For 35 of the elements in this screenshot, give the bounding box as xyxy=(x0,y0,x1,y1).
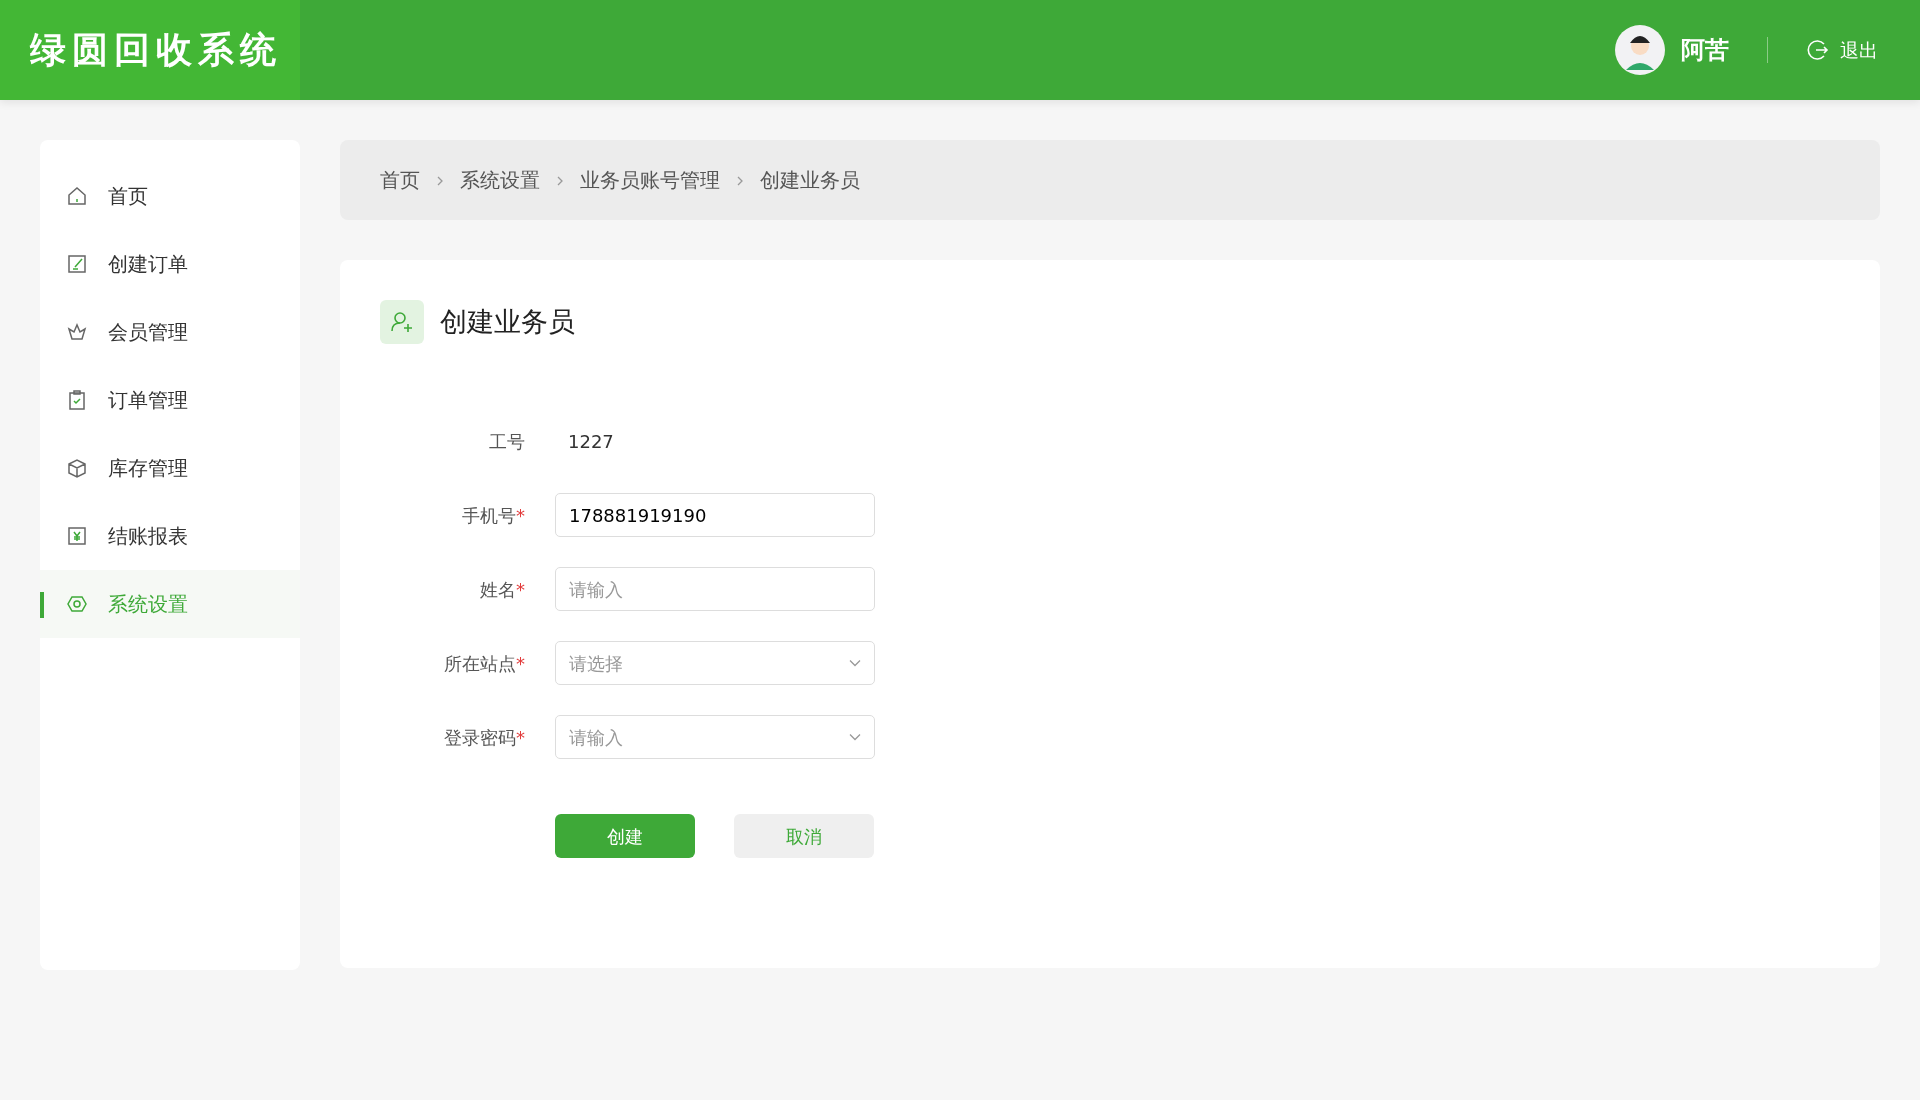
edit-note-icon xyxy=(66,253,88,275)
chevron-down-icon xyxy=(849,733,861,741)
field-label: 手机号* xyxy=(461,503,526,528)
box-icon xyxy=(66,457,88,479)
field-label: 所在站点* xyxy=(443,651,526,676)
field-label: 姓名* xyxy=(479,577,526,602)
add-user-icon xyxy=(380,300,424,344)
avatar-icon[interactable] xyxy=(1615,25,1665,75)
form-title: 创建业务员 xyxy=(440,304,575,339)
crown-icon xyxy=(66,321,88,343)
sidebar-item[interactable]: 订单管理 xyxy=(40,366,300,434)
logout-icon xyxy=(1806,38,1830,62)
sidebar-item[interactable]: 首页 xyxy=(40,162,300,230)
clipboard-check-icon xyxy=(66,389,88,411)
field-label: 工号 xyxy=(488,429,526,454)
yuan-receipt-icon xyxy=(66,525,88,547)
field-label: 登录密码* xyxy=(443,725,526,750)
sidebar-item[interactable]: 结账报表 xyxy=(40,502,300,570)
breadcrumb-link[interactable]: 首页 xyxy=(380,165,420,195)
breadcrumb-link[interactable]: 业务员账号管理 xyxy=(580,165,720,195)
chevron-right-icon xyxy=(436,174,444,187)
input-field[interactable]: 178881919190 xyxy=(555,493,875,537)
sidebar-item[interactable]: 会员管理 xyxy=(40,298,300,366)
sidebar-item[interactable]: 创建订单 xyxy=(40,230,300,298)
user-name: 阿苦 xyxy=(1681,35,1729,66)
chevron-right-icon xyxy=(556,174,564,187)
sidebar-item[interactable]: 库存管理 xyxy=(40,434,300,502)
field-value: 1227 xyxy=(567,429,614,454)
house-icon xyxy=(66,185,88,207)
hexagon-gear-icon xyxy=(66,593,88,615)
input-field[interactable]: 请输入 xyxy=(555,567,875,611)
chevron-right-icon xyxy=(736,174,744,187)
app-logo-text: 绿圆回收系统 xyxy=(30,28,282,72)
breadcrumb-link[interactable]: 系统设置 xyxy=(460,165,540,195)
chevron-down-icon xyxy=(849,659,861,667)
